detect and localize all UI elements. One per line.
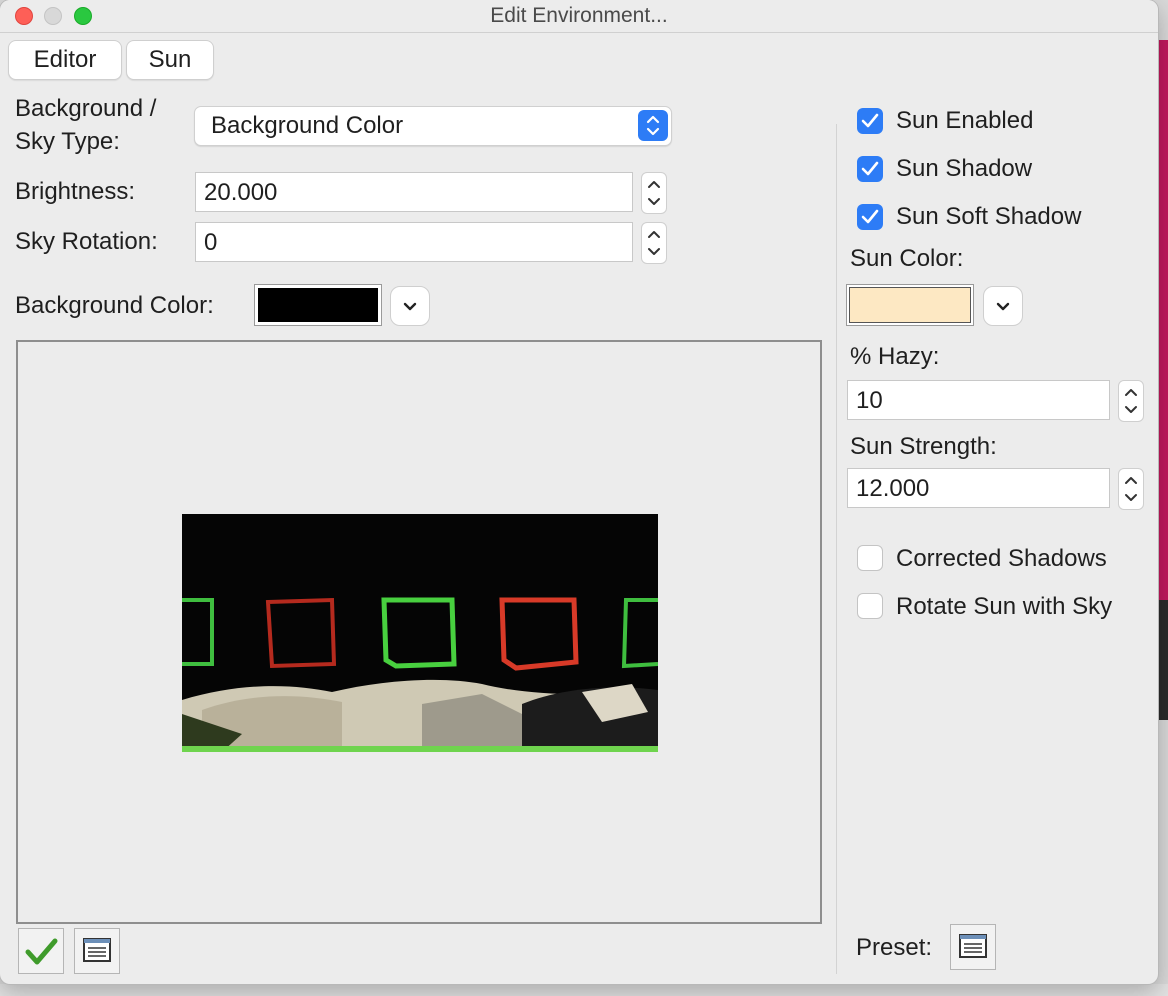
sky-type-value: Background Color [211, 112, 404, 139]
checkmark-icon [861, 113, 879, 128]
edit-environment-window: Edit Environment... Editor Sun Backgroun… [0, 0, 1158, 984]
sun-soft-shadow-label: Sun Soft Shadow [896, 203, 1082, 230]
corrected-shadows-checkbox[interactable] [857, 545, 883, 571]
hazy-stepper[interactable] [1118, 380, 1144, 422]
list-icon [959, 934, 987, 958]
title-bar: Edit Environment... [0, 0, 1158, 33]
column-divider [836, 124, 837, 974]
tab-editor[interactable]: Editor [8, 40, 122, 80]
list-button[interactable] [74, 928, 120, 974]
tab-sun[interactable]: Sun [126, 40, 214, 80]
checkmark-icon [861, 209, 879, 224]
sky-rotation-label: Sky Rotation: [15, 228, 158, 255]
list-icon [83, 938, 111, 962]
preset-button[interactable] [950, 924, 996, 970]
checkmark-icon [861, 161, 879, 176]
corrected-shadows-label: Corrected Shadows [896, 545, 1107, 572]
up-down-chevron-icon [638, 110, 668, 141]
background-color-fill [258, 288, 378, 322]
sun-strength-label: Sun Strength: [850, 433, 997, 460]
sky-rotation-stepper[interactable] [641, 222, 667, 264]
sun-soft-shadow-checkbox[interactable] [857, 204, 883, 230]
sky-rotation-field[interactable]: 0 [195, 222, 633, 262]
chevron-down-icon [403, 302, 417, 311]
checkmark-icon [25, 938, 58, 965]
background-color-swatch[interactable] [254, 284, 382, 326]
sun-strength-stepper[interactable] [1118, 468, 1144, 510]
sun-shadow-label: Sun Shadow [896, 155, 1033, 182]
sun-shadow-checkbox[interactable] [857, 156, 883, 182]
brightness-label: Brightness: [15, 178, 136, 205]
environment-preview-image [182, 514, 658, 752]
window-title: Edit Environment... [490, 4, 668, 27]
sky-type-popup[interactable]: Background Color [194, 106, 672, 146]
sky-type-label-line1: Background / [15, 95, 157, 122]
sun-color-dropdown[interactable] [983, 286, 1023, 326]
sun-color-fill [849, 287, 971, 323]
apply-button[interactable] [18, 928, 64, 974]
sun-enabled-checkbox[interactable] [857, 108, 883, 134]
hazy-field[interactable]: 10 [847, 380, 1110, 420]
hazy-label: % Hazy: [850, 343, 940, 370]
sun-color-swatch[interactable] [846, 284, 974, 326]
sun-color-label: Sun Color: [850, 245, 964, 272]
sun-enabled-label: Sun Enabled [896, 107, 1034, 134]
preset-label: Preset: [856, 934, 933, 961]
sky-type-label-line2: Sky Type: [15, 128, 120, 155]
rotate-sun-with-sky-checkbox[interactable] [857, 593, 883, 619]
rotate-sun-with-sky-label: Rotate Sun with Sky [896, 593, 1113, 620]
brightness-stepper[interactable] [641, 172, 667, 214]
sun-strength-field[interactable]: 12.000 [847, 468, 1110, 508]
chevron-down-icon [996, 302, 1010, 311]
background-color-label: Background Color: [15, 292, 214, 319]
brightness-field[interactable]: 20.000 [195, 172, 633, 212]
background-color-dropdown[interactable] [390, 286, 430, 326]
